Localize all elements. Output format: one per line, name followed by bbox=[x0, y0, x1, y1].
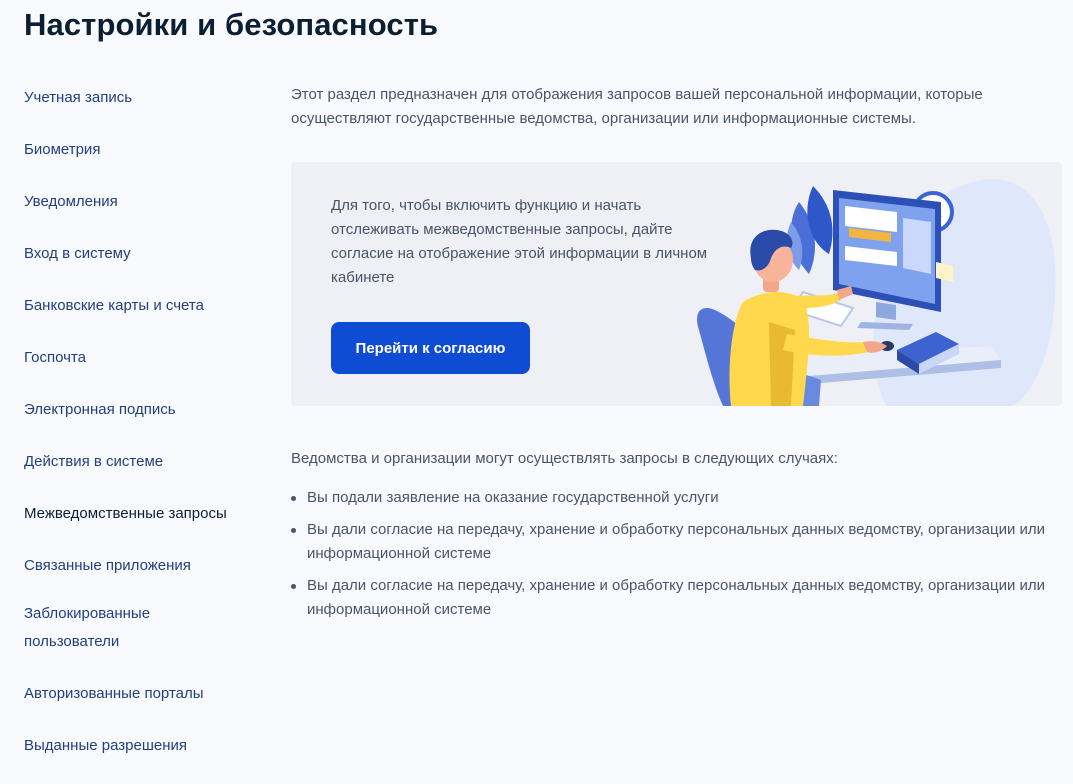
section-description: Этот раздел предназначен для отображения… bbox=[291, 86, 983, 127]
cases-list: Вы подали заявление на оказание государс… bbox=[291, 486, 1061, 630]
consent-banner: Для того, чтобы включить функцию и начат… bbox=[291, 162, 1062, 406]
sidebar-item-authorized-portals[interactable]: Авторизованные порталы bbox=[24, 682, 204, 706]
sidebar-item-system-actions[interactable]: Действия в системе bbox=[24, 450, 163, 474]
list-item-text: Вы подали заявление на оказание государс… bbox=[307, 489, 719, 506]
sidebar-item-login[interactable]: Вход в систему bbox=[24, 242, 131, 266]
list-item: Вы дали согласие на передачу, хранение и… bbox=[291, 574, 1061, 622]
sidebar-item-interagency-requests[interactable]: Межведомственные запросы bbox=[24, 502, 227, 526]
sidebar-item-blocked-users[interactable]: Заблокированные пользователи bbox=[24, 600, 174, 656]
page-title: Настройки и безопасность bbox=[24, 7, 439, 42]
go-to-consent-button[interactable]: Перейти к согласию bbox=[331, 322, 530, 374]
list-item-text: Вы дали согласие на передачу, хранение и… bbox=[307, 521, 1046, 562]
banner-text: Для того, чтобы включить функцию и начат… bbox=[331, 197, 708, 286]
sidebar-item-account[interactable]: Учетная запись bbox=[24, 86, 132, 110]
sidebar-item-linked-apps[interactable]: Связанные приложения bbox=[24, 554, 191, 578]
sidebar-item-e-signature[interactable]: Электронная подпись bbox=[24, 398, 176, 422]
sidebar-item-notifications[interactable]: Уведомления bbox=[24, 190, 118, 214]
sidebar-item-issued-permissions[interactable]: Выданные разрешения bbox=[24, 734, 187, 758]
list-item: Вы дали согласие на передачу, хранение и… bbox=[291, 518, 1061, 566]
sidebar-item-bank-cards[interactable]: Банковские карты и счета bbox=[24, 294, 204, 318]
list-item: Вы подали заявление на оказание государс… bbox=[291, 486, 1061, 510]
bullet-icon bbox=[291, 496, 296, 501]
sidebar-item-biometrics[interactable]: Биометрия bbox=[24, 138, 100, 162]
bullet-icon bbox=[291, 528, 296, 533]
sidebar-item-gospochta[interactable]: Госпочта bbox=[24, 346, 86, 370]
cases-lead: Ведомства и организации могут осуществля… bbox=[291, 450, 838, 467]
list-item-text: Вы дали согласие на передачу, хранение и… bbox=[307, 577, 1046, 618]
person-at-computer-illustration bbox=[697, 179, 1056, 406]
bullet-icon bbox=[291, 584, 296, 589]
